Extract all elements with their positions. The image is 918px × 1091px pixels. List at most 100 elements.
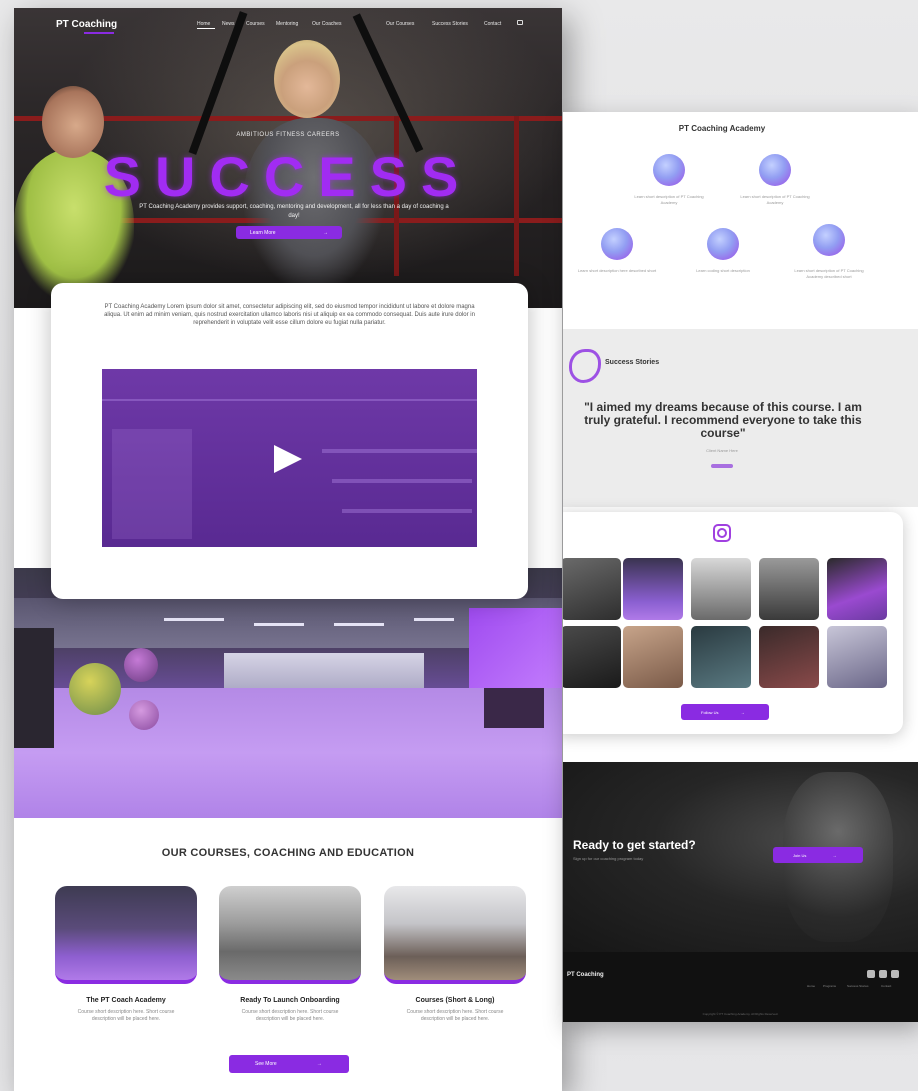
nav-item-success-stories[interactable]: Success Stories [432,21,468,27]
learn-more-button[interactable]: Learn More → [236,226,342,239]
cta-subtext: Sign up for our coaching program today [573,856,644,861]
hero-subtitle: PT Coaching Academy provides support, co… [139,204,449,219]
arrow-right-icon: → [832,852,837,858]
video-scene-line [322,449,477,453]
course-image-pt-coach-academy[interactable] [55,886,197,984]
arrow-right-icon: → [316,1061,322,1067]
learn-more-label: Learn More [250,229,276,236]
instagram-photo[interactable] [759,558,819,620]
network-icon [707,228,739,260]
instagram-photo[interactable] [827,558,887,620]
athlete-head [274,40,340,118]
course-title[interactable]: The PT Coach Academy [55,997,197,1004]
facebook-icon[interactable] [867,970,875,978]
testimonial-author: Client Name Here [706,448,738,453]
footer-link[interactable]: Success Stories [847,984,869,988]
nav-item-home[interactable]: Home [197,21,210,27]
ceiling-light [334,623,384,626]
nav-item-contact[interactable]: Contact [484,21,501,27]
carousel-indicator[interactable] [711,464,733,468]
join-us-button[interactable]: Join Us → [773,847,863,863]
footer-link[interactable]: Contact [881,984,891,988]
stories-heading: Success Stories [605,359,660,366]
ceiling-light [164,618,224,621]
site-footer: PT Coaching Home Programs Success Storie… [563,952,918,1022]
cta-section: Ready to get started? Sign up for our co… [563,762,918,952]
see-more-button[interactable]: See More → [229,1055,349,1073]
instagram-photo[interactable] [563,626,621,688]
follow-us-button[interactable]: Follow Us → [681,704,769,720]
about-text: PT Coaching Academy Lorem ipsum dolor si… [104,304,475,326]
arrow-right-icon: → [323,229,328,236]
headset-icon [759,154,791,186]
instagram-photo[interactable] [623,626,683,688]
instagram-photo[interactable] [759,626,819,688]
ceiling-light [254,623,304,626]
course-image-short-long[interactable] [384,886,526,984]
exercise-ball [129,700,159,730]
landing-page-main: PT Coaching Home News Courses Mentoring … [14,8,562,1091]
footer-link[interactable]: Home [807,984,815,988]
site-logo[interactable]: PT Coaching [56,19,117,30]
site-navbar: PT Coaching Home News Courses Mentoring … [14,8,562,38]
landing-page-secondary: PT Coaching Academy Learn short descript… [563,112,918,1022]
nav-active-indicator [197,28,215,29]
instagram-photo[interactable] [563,558,621,620]
academy-title: PT Coaching Academy [678,124,766,133]
instagram-icon-lens [717,528,727,538]
instagram-photo[interactable] [827,626,887,688]
youtube-icon[interactable] [891,970,899,978]
instagram-photo[interactable] [691,558,751,620]
logo-underline [84,32,114,34]
course-description: Course short description here. Short cou… [406,1009,504,1022]
instagram-photo[interactable] [623,558,683,620]
cart-icon[interactable] [517,20,523,25]
footer-copyright: Copyright © PT Coaching Academy. All Rig… [702,1012,779,1016]
nav-item-courses[interactable]: Courses [246,21,265,27]
exercise-ball [124,648,158,682]
courses-heading: OUR COURSES, COACHING AND EDUCATION [161,847,415,859]
video-scene-line [102,399,477,401]
hero-kicker: AMBITIOUS FITNESS CAREERS [236,132,340,138]
course-description: Course short description here. Short cou… [241,1009,339,1022]
hero-title: SUCCESS [103,145,473,208]
gym-rack [484,688,544,728]
hero-section: PT Coaching Home News Courses Mentoring … [14,8,562,308]
feature-text: Learn short description of PT Coaching A… [634,194,704,205]
intro-video[interactable] [102,369,477,547]
cta-heading: Ready to get started? [573,838,696,852]
feature-text: Learn short description here described s… [577,268,657,273]
success-stories-section: Success Stories "I aimed my dreams becau… [563,329,918,507]
coach-icon [813,224,845,256]
ceiling-light [414,618,454,621]
instagram-icon[interactable] [879,970,887,978]
about-card: PT Coaching Academy Lorem ipsum dolor si… [51,283,528,599]
feature-text: Learn short description of PT Coaching A… [794,268,864,279]
course-description: Course short description here. Short cou… [77,1009,175,1022]
course-image-ready-to-launch[interactable] [219,886,361,984]
nav-item-news[interactable]: News [222,21,235,27]
stories-logo-icon [569,349,601,383]
footer-logo[interactable]: PT Coaching [567,972,604,978]
play-icon[interactable] [274,445,302,473]
nav-item-mentoring[interactable]: Mentoring [276,21,298,27]
join-us-label: Join Us [793,852,807,858]
gym-photo-section [14,568,562,818]
gym-windows [224,653,424,693]
punching-bag [14,628,54,748]
nav-item-our-coaches[interactable]: Our Coaches [312,21,341,27]
footer-link[interactable]: Programs [823,984,836,988]
instagram-feed-card: Follow Us → [563,512,903,734]
team-icon [601,228,633,260]
growth-icon [653,154,685,186]
see-more-label: See More [255,1061,277,1067]
course-title[interactable]: Courses (Short & Long) [384,997,526,1004]
video-scene-line [332,479,472,483]
instagram-photo[interactable] [691,626,751,688]
feature-text: Learn short description of PT Coaching A… [740,194,810,205]
course-title[interactable]: Ready To Launch Onboarding [219,997,361,1004]
feature-text: Learn coding short description [696,268,750,273]
video-scene-line [342,509,472,513]
nav-item-our-courses[interactable]: Our Courses [386,21,414,27]
video-scene-shape [112,429,192,539]
